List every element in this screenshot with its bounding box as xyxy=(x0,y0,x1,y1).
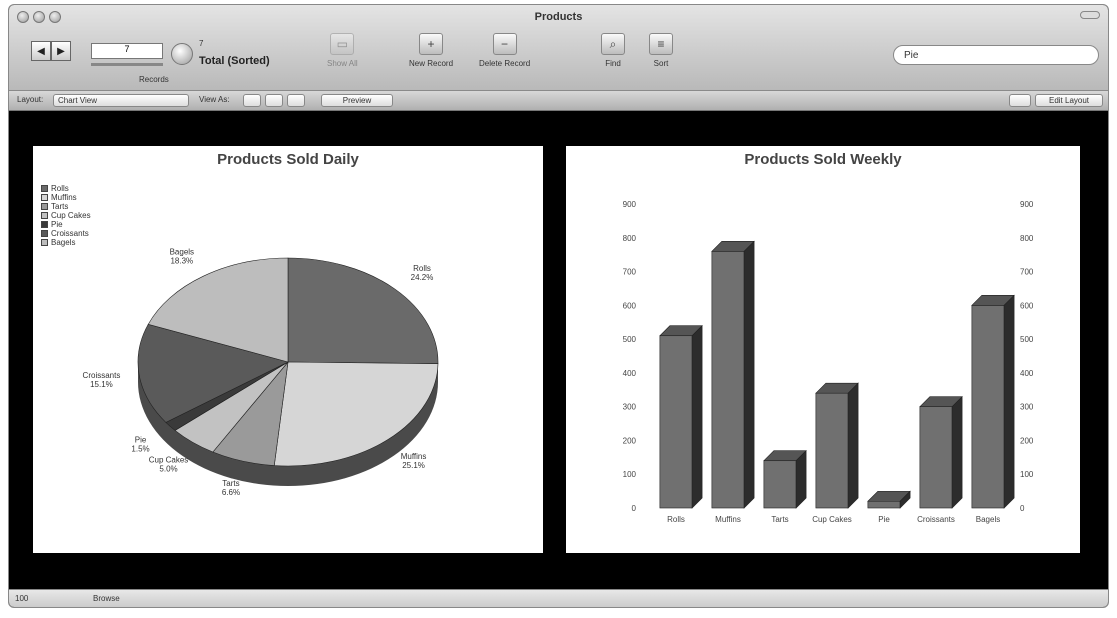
previous-record-button[interactable]: ◀ xyxy=(31,41,51,61)
pie-slice-muffins xyxy=(273,361,439,467)
sort-button[interactable]: ≡ Sort xyxy=(649,33,673,68)
pie-label-value: 24.2% xyxy=(411,273,434,282)
window-title: Products xyxy=(534,11,583,23)
bar-bagels xyxy=(971,294,1015,509)
format-bar-button[interactable] xyxy=(1009,94,1031,107)
x-tick-label: Tarts xyxy=(771,515,788,524)
pie-label-value: 25.1% xyxy=(402,461,425,470)
zoom-level[interactable]: 100 xyxy=(15,594,28,603)
y2-tick-label: 700 xyxy=(1020,268,1034,277)
new-record-icon: + xyxy=(419,33,443,55)
y2-tick-label: 600 xyxy=(1020,301,1034,310)
find-label: Find xyxy=(605,59,621,68)
pie-label-name: Muffins xyxy=(401,452,427,461)
y-tick-label: 500 xyxy=(623,335,637,344)
layout-content: Products Sold Daily Rolls Muffins Tarts Cup… xyxy=(9,112,1108,589)
pie-chart-icon xyxy=(171,43,193,65)
y-tick-label: 400 xyxy=(623,369,637,378)
y-tick-label: 800 xyxy=(623,234,637,243)
sort-icon: ≡ xyxy=(649,33,673,55)
y-tick-label: 200 xyxy=(623,436,637,445)
app-window: Products ◀ ▶ 7 Records 7 Total (Sorted) … xyxy=(8,4,1109,608)
search-input[interactable] xyxy=(893,45,1099,65)
pie-label-value: 15.1% xyxy=(90,380,113,389)
bar-tarts xyxy=(763,449,807,509)
records-label: Records xyxy=(139,75,169,84)
pie-label-name: Bagels xyxy=(170,248,194,257)
layout-label: Layout: xyxy=(17,95,44,104)
show-all-label: Show All xyxy=(327,59,358,68)
pie-label-name: Croissants xyxy=(83,371,121,380)
layout-select[interactable]: Chart View xyxy=(53,94,189,107)
y2-tick-label: 200 xyxy=(1020,436,1034,445)
toolbar: Products ◀ ▶ 7 Records 7 Total (Sorted) … xyxy=(9,5,1108,91)
y2-tick-label: 500 xyxy=(1020,335,1034,344)
y-tick-label: 700 xyxy=(623,268,637,277)
view-as-table-button[interactable] xyxy=(287,94,305,107)
view-as-label: View As: xyxy=(199,95,230,104)
pie-chart: Rolls24.2% Muffins25.1% Tarts6.6% Cup Cakes… xyxy=(83,248,439,497)
layout-bar: Layout: Chart View View As: Preview Edit… xyxy=(9,91,1108,111)
preview-button[interactable]: Preview xyxy=(321,94,393,107)
y2-tick-label: 400 xyxy=(1020,369,1034,378)
bar-croissants xyxy=(919,395,963,509)
pie-label-name: Cup Cakes xyxy=(149,455,189,464)
pie-label-name: Pie xyxy=(135,436,147,445)
bar-muffins xyxy=(711,240,755,509)
y2-tick-label: 0 xyxy=(1020,504,1025,513)
new-record-button[interactable]: + New Record xyxy=(409,33,453,68)
view-as-form-button[interactable] xyxy=(243,94,261,107)
toolbar-toggle-button[interactable] xyxy=(1080,11,1100,19)
y-tick-label: 300 xyxy=(623,403,637,412)
y-tick-label: 600 xyxy=(623,301,637,310)
bar-cup-cakes xyxy=(815,382,859,509)
record-slider[interactable] xyxy=(91,63,163,66)
pie-label-value: 6.6% xyxy=(222,488,240,497)
find-button[interactable]: ⌕ Find xyxy=(601,33,625,68)
delete-record-button[interactable]: − Delete Record xyxy=(479,33,530,68)
y2-tick-label: 800 xyxy=(1020,234,1034,243)
record-navigation: ◀ ▶ xyxy=(31,41,71,61)
pie-label-value: 1.5% xyxy=(131,445,149,454)
pie-label-name: Tarts xyxy=(222,479,239,488)
x-tick-label: Rolls xyxy=(667,515,685,524)
x-tick-label: Bagels xyxy=(976,515,1000,524)
bar-chart: 0 100 200 300 400 500 600 700 800 900 0 100 200 300 40… xyxy=(623,200,1034,524)
mode-indicator[interactable]: Browse xyxy=(93,594,120,603)
bar-rolls xyxy=(659,325,703,509)
view-as-list-button[interactable] xyxy=(265,94,283,107)
new-record-label: New Record xyxy=(409,59,454,68)
x-tick-label: Pie xyxy=(878,515,890,524)
weekly-chart-panel: Products Sold Weekly 0 100 200 300 400 500 600… xyxy=(566,146,1080,553)
next-record-button[interactable]: ▶ xyxy=(51,41,71,61)
delete-record-icon: − xyxy=(492,33,517,55)
show-all-button[interactable]: ▭ Show All xyxy=(327,33,358,68)
x-tick-label: Muffins xyxy=(715,515,741,524)
delete-record-label: Delete Record xyxy=(479,59,531,68)
pie-label-name: Rolls xyxy=(413,264,431,273)
y-tick-label: 100 xyxy=(623,470,637,479)
y-tick-label: 0 xyxy=(632,504,637,513)
x-tick-label: Cup Cakes xyxy=(812,515,852,524)
show-all-icon: ▭ xyxy=(330,33,355,55)
pie-label-value: 5.0% xyxy=(159,464,177,473)
total-count: 7 xyxy=(199,39,204,48)
y2-tick-label: 300 xyxy=(1020,403,1034,412)
found-status: Total (Sorted) xyxy=(199,55,270,67)
status-bar: 100 Browse xyxy=(9,589,1108,607)
pie-label-value: 18.3% xyxy=(170,257,193,266)
edit-layout-button[interactable]: Edit Layout xyxy=(1035,94,1103,107)
find-icon: ⌕ xyxy=(601,33,625,55)
y-tick-label: 900 xyxy=(623,200,637,209)
sort-label: Sort xyxy=(653,59,669,68)
y2-tick-label: 900 xyxy=(1020,200,1034,209)
x-tick-label: Croissants xyxy=(917,515,955,524)
daily-chart-panel: Products Sold Daily Rolls Muffins Tarts Cup… xyxy=(33,146,543,553)
bar-pie xyxy=(867,490,911,509)
record-number-field[interactable]: 7 xyxy=(91,43,163,59)
y2-tick-label: 100 xyxy=(1020,470,1034,479)
